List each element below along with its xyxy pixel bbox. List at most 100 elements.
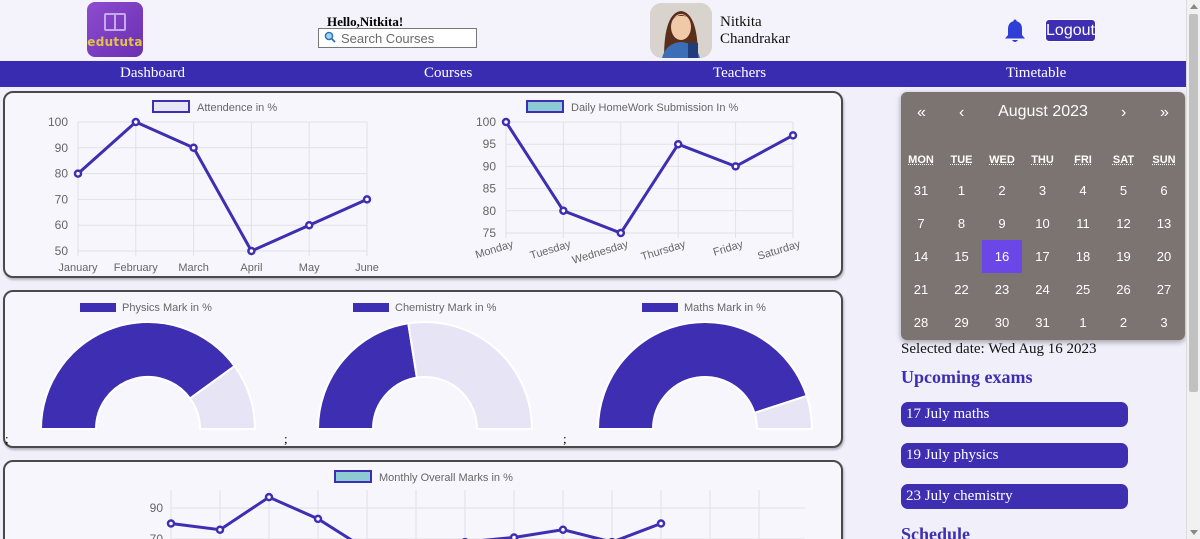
calendar-day[interactable]: 26: [1104, 273, 1144, 306]
calendar-day[interactable]: 2: [1104, 306, 1144, 339]
calendar-title[interactable]: August 2023: [901, 103, 1185, 121]
calendar-day[interactable]: 29: [942, 306, 982, 339]
weekday-label: FRI: [1063, 154, 1103, 166]
calendar-day[interactable]: 31: [901, 174, 941, 207]
data-point: [133, 119, 139, 125]
y-tick-label: 75: [483, 226, 497, 240]
calendar-day[interactable]: 4: [1063, 174, 1103, 207]
x-tick-label: Monday: [474, 238, 515, 261]
y-tick-label: 50: [55, 244, 69, 258]
calendar-day[interactable]: 21: [901, 273, 941, 306]
x-tick-label: June: [355, 262, 379, 274]
marks-gauges: Physics Mark in % Chemistry Mark in % Ma…: [5, 292, 841, 446]
data-point: [217, 527, 223, 533]
data-point: [315, 516, 321, 522]
exam-item[interactable]: 17 July maths: [901, 402, 1128, 427]
series-line: [506, 122, 793, 233]
calendar-day[interactable]: 1: [1063, 306, 1103, 339]
calendar-day[interactable]: 5: [1104, 174, 1144, 207]
nav-timetable[interactable]: Timetable: [1006, 65, 1066, 82]
nav-teachers[interactable]: Teachers: [713, 65, 766, 82]
calendar-day[interactable]: 27: [1144, 273, 1184, 306]
calendar-day[interactable]: 18: [1063, 240, 1103, 273]
calendar-day[interactable]: 3: [1023, 174, 1063, 207]
scrollbar-thumb[interactable]: [1189, 14, 1198, 392]
x-tick-label: Friday: [712, 238, 745, 259]
calendar-day[interactable]: 24: [1023, 273, 1063, 306]
y-tick-label: 60: [55, 218, 69, 232]
y-tick-label: 70: [150, 532, 164, 539]
calendar-day[interactable]: 2: [982, 174, 1022, 207]
page-scrollbar[interactable]: [1186, 0, 1200, 539]
search-icon: [324, 31, 336, 43]
calendar-day[interactable]: 25: [1063, 273, 1103, 306]
exam-item[interactable]: 23 July chemistry: [901, 484, 1128, 509]
calendar-next-month[interactable]: ›: [1121, 104, 1126, 122]
data-point: [675, 141, 681, 147]
calendar-day[interactable]: 6: [1144, 174, 1184, 207]
search-box[interactable]: [318, 28, 477, 48]
calendar-day[interactable]: 10: [1023, 207, 1063, 240]
calendar-day[interactable]: 1: [942, 174, 982, 207]
calendar-day[interactable]: 30: [982, 306, 1022, 339]
weekday-label: SAT: [1104, 154, 1144, 166]
weekday-label: WED: [982, 154, 1022, 166]
calendar-day[interactable]: 9: [982, 207, 1022, 240]
logout-button[interactable]: Logout: [1045, 19, 1096, 42]
nav-courses[interactable]: Courses: [424, 65, 472, 82]
calendar-day[interactable]: 8: [942, 207, 982, 240]
legend-label: Monthly Overall Marks in %: [379, 472, 513, 484]
scroll-down-arrow-icon[interactable]: [1190, 530, 1198, 535]
scroll-up-arrow-icon[interactable]: [1190, 4, 1198, 9]
separator-1: ;: [5, 431, 9, 447]
weekday-label: SUN: [1144, 154, 1184, 166]
calendar-day[interactable]: 7: [901, 207, 941, 240]
main-nav: Dashboard Courses Teachers Timetable: [0, 61, 1186, 87]
calendar-day[interactable]: 22: [942, 273, 982, 306]
calendar-day[interactable]: 23: [982, 273, 1022, 306]
calendar-day[interactable]: 13: [1144, 207, 1184, 240]
top-header: edututa Hello,Nitkita! Nitkita Chandraka…: [0, 0, 1186, 60]
legend-swatch: [353, 303, 389, 312]
calendar-day[interactable]: 3: [1144, 306, 1184, 339]
calendar-day[interactable]: 31: [1023, 306, 1063, 339]
gauge-value-segment: [318, 323, 417, 429]
data-point: [560, 527, 566, 533]
data-point: [790, 132, 796, 138]
selected-date: Selected date: Wed Aug 16 2023: [901, 341, 1097, 358]
calendar-day[interactable]: 14: [901, 240, 941, 273]
separator-2: ;: [284, 431, 288, 447]
legend-swatch: [80, 303, 116, 312]
exam-item[interactable]: 19 July physics: [901, 443, 1128, 468]
calendar-day[interactable]: 28: [901, 306, 941, 339]
series-line: [78, 122, 367, 251]
user-first-name: Nitkita: [720, 14, 790, 31]
edututa-logo[interactable]: edututa: [87, 2, 143, 57]
legend-label: Chemistry Mark in %: [395, 302, 497, 314]
calendar-next-year[interactable]: »: [1160, 104, 1169, 122]
calendar: « ‹ August 2023 › » MON TUE WED THU FRI SAT SU…: [901, 92, 1185, 340]
legend-swatch: [153, 101, 189, 112]
calendar-day[interactable]: 12: [1104, 207, 1144, 240]
user-avatar[interactable]: [650, 3, 712, 58]
search-input[interactable]: [341, 30, 473, 46]
weekday-label: THU: [1023, 154, 1063, 166]
calendar-day[interactable]: 19: [1104, 240, 1144, 273]
y-tick-label: 70: [55, 192, 69, 206]
bell-icon[interactable]: [1004, 18, 1026, 44]
data-point: [306, 222, 312, 228]
calendar-day[interactable]: 16: [982, 240, 1022, 273]
calendar-day[interactable]: 15: [942, 240, 982, 273]
calendar-day[interactable]: 20: [1144, 240, 1184, 273]
calendar-day[interactable]: 17: [1023, 240, 1063, 273]
x-tick-label: January: [58, 262, 98, 274]
x-tick-label: February: [114, 262, 159, 274]
y-tick-label: 95: [483, 137, 497, 151]
data-point: [733, 163, 739, 169]
calendar-day[interactable]: 11: [1063, 207, 1103, 240]
y-tick-label: 90: [150, 501, 164, 515]
nav-dashboard[interactable]: Dashboard: [120, 65, 185, 82]
data-point: [658, 521, 664, 527]
data-point: [191, 145, 197, 151]
user-last-name: Chandrakar: [720, 31, 790, 48]
